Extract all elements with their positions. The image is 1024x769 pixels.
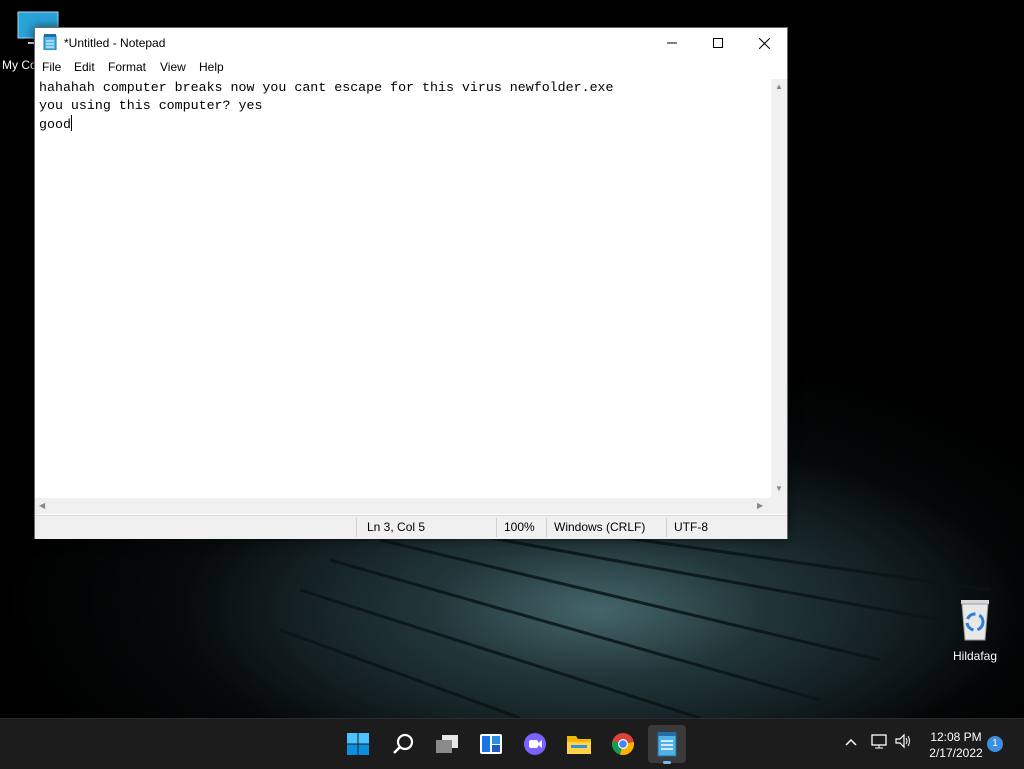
zoom-level: 100% <box>504 520 535 534</box>
close-icon <box>758 37 770 49</box>
text-line: you using this computer? yes <box>39 98 263 113</box>
widgets-icon <box>480 734 502 754</box>
scroll-right-icon[interactable]: ▶ <box>757 501 763 510</box>
cursor-position: Ln 3, Col 5 <box>367 520 426 534</box>
notepad-taskbar-button[interactable] <box>648 725 686 764</box>
minimize-button[interactable] <box>649 28 695 58</box>
clock[interactable]: 12:08 PM 2/17/2022 <box>918 729 994 761</box>
teams-chat-icon <box>524 733 546 755</box>
scroll-corner <box>771 498 787 514</box>
file-explorer-button[interactable] <box>560 725 598 763</box>
title-bar[interactable]: *Untitled - Notepad <box>35 28 787 58</box>
clock-time: 12:08 PM <box>930 730 982 744</box>
menu-help[interactable]: Help <box>199 60 224 74</box>
search-icon <box>393 733 414 754</box>
network-button[interactable] <box>871 733 889 752</box>
close-button[interactable] <box>741 28 787 58</box>
status-divider <box>496 518 497 537</box>
line-ending: Windows (CRLF) <box>554 520 646 534</box>
notepad-window: *Untitled - Notepad File Edit Format Vie… <box>34 27 788 539</box>
scroll-down-icon[interactable]: ▼ <box>775 484 783 493</box>
search-button[interactable] <box>384 725 422 763</box>
chevron-up-icon <box>845 738 857 746</box>
taskbar: 12:08 PM 2/17/2022 <box>0 718 1024 769</box>
volume-icon <box>895 733 910 749</box>
recycle-bin-icon <box>961 600 989 641</box>
teams-chat-button[interactable] <box>516 725 554 763</box>
clock-date: 2/17/2022 <box>929 746 983 760</box>
notepad-icon <box>657 732 677 757</box>
text-line: hahahah computer breaks now you cant esc… <box>39 80 614 95</box>
status-bar: Ln 3, Col 5 100% Windows (CRLF) UTF-8 <box>35 515 787 539</box>
text-line: good <box>39 117 71 132</box>
status-divider <box>356 518 357 537</box>
menu-view[interactable]: View <box>160 60 186 74</box>
scroll-up-icon[interactable]: ▲ <box>775 82 783 91</box>
active-indicator <box>663 761 671 764</box>
notepad-icon <box>43 34 57 50</box>
file-explorer-icon <box>567 736 591 754</box>
menu-edit[interactable]: Edit <box>74 60 95 74</box>
menu-file[interactable]: File <box>42 60 61 74</box>
chrome-button[interactable] <box>604 725 642 763</box>
start-button[interactable] <box>339 725 377 763</box>
menu-bar: File Edit Format View Help <box>35 58 787 78</box>
chrome-icon <box>612 733 634 756</box>
menu-format[interactable]: Format <box>108 60 146 74</box>
minimize-icon <box>667 42 677 44</box>
window-title: *Untitled - Notepad <box>64 36 166 50</box>
task-view-button[interactable] <box>428 725 466 763</box>
horizontal-scrollbar[interactable]: ◀ ▶ <box>35 498 771 514</box>
widgets-button[interactable] <box>472 725 510 763</box>
status-divider <box>546 518 547 537</box>
vertical-scrollbar[interactable]: ▲ ▼ <box>771 79 787 498</box>
show-hidden-icons-button[interactable] <box>845 735 857 749</box>
network-icon <box>871 734 887 749</box>
desktop-icon-label: My Co <box>2 58 37 72</box>
maximize-button[interactable] <box>695 28 741 58</box>
start-icon <box>347 733 369 755</box>
text-editor[interactable]: hahahah computer breaks now you cant esc… <box>35 79 770 498</box>
status-divider <box>666 518 667 537</box>
encoding: UTF-8 <box>674 520 708 534</box>
recycle-bin-desktop-icon[interactable]: Hildafag <box>944 596 1006 663</box>
scroll-left-icon[interactable]: ◀ <box>39 501 45 510</box>
notification-badge[interactable]: 1 <box>987 736 1003 752</box>
maximize-icon <box>713 38 723 48</box>
desktop-icon-label: Hildafag <box>952 649 998 663</box>
text-caret <box>70 115 72 131</box>
task-view-icon <box>436 735 458 753</box>
volume-button[interactable] <box>895 733 913 752</box>
